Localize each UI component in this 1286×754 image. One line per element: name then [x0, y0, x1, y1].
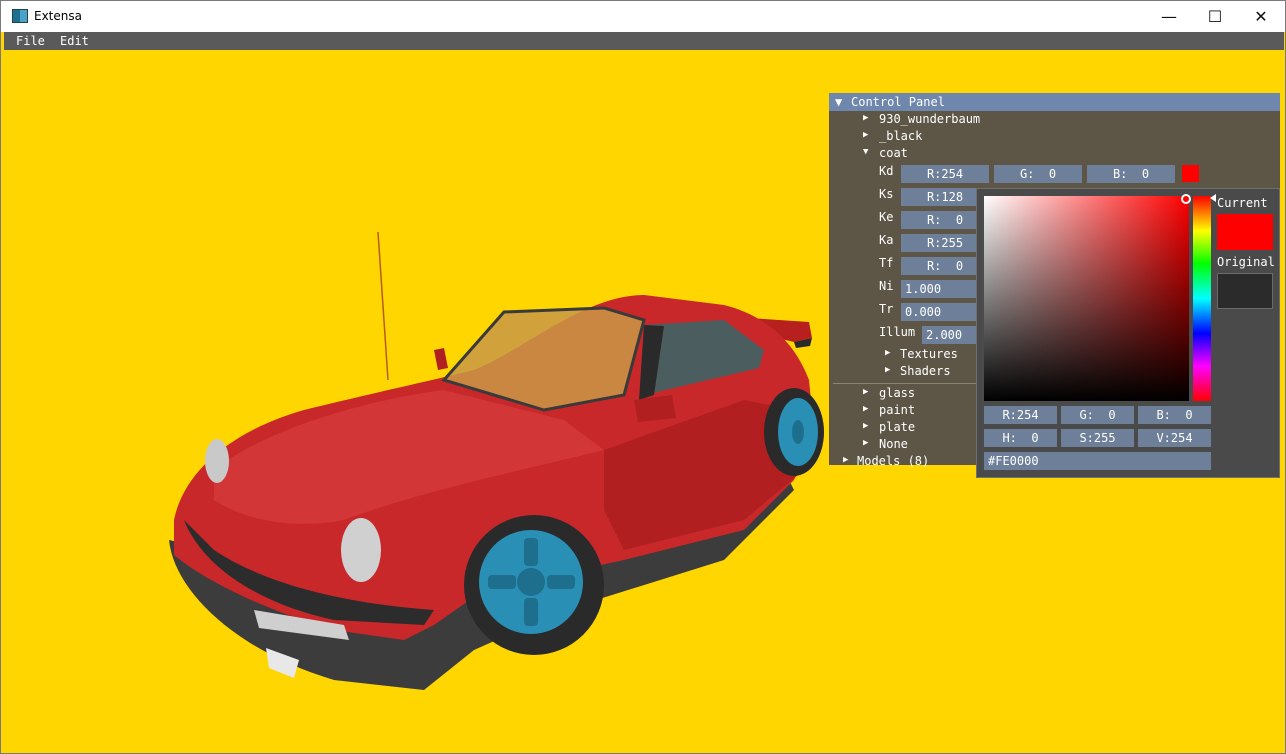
current-label: Current [1217, 196, 1268, 210]
tree-item-shaders[interactable]: Shaders [900, 364, 951, 378]
tree-item-models[interactable]: Models (8) [857, 454, 929, 468]
kd-color-swatch[interactable] [1182, 165, 1199, 182]
tree-arrow-icon[interactable]: ▶ [863, 113, 868, 123]
tree-item-plate[interactable]: plate [879, 420, 915, 434]
picker-hex-field[interactable]: #FE0000 [984, 452, 1211, 470]
color-picker-popup: Current Original R:254 G: 0 B: 0 H: 0 S:… [976, 188, 1280, 478]
tree-arrow-icon[interactable]: ▶ [885, 365, 890, 375]
menu-file[interactable]: File [16, 34, 45, 48]
kd-label: Kd [879, 164, 894, 178]
close-icon: ✕ [1254, 7, 1268, 26]
kd-b-field[interactable]: B: 0 [1087, 165, 1175, 183]
original-color-swatch[interactable] [1217, 273, 1273, 309]
tree-arrow-icon[interactable]: ▶ [843, 455, 848, 465]
hue-slider-marker[interactable] [1210, 194, 1216, 202]
maximize-icon: ☐ [1207, 7, 1223, 26]
title-bar[interactable]: Extensa — ☐ ✕ [1, 1, 1285, 32]
maximize-button[interactable]: ☐ [1192, 1, 1238, 32]
original-label: Original [1217, 255, 1275, 269]
window-title: Extensa [34, 9, 82, 23]
picker-b-field[interactable]: B: 0 [1138, 406, 1211, 424]
minimize-button[interactable]: — [1146, 1, 1192, 32]
collapse-arrow-icon[interactable]: ▼ [835, 95, 842, 109]
tree-arrow-icon[interactable]: ▼ [863, 147, 868, 157]
tree-arrow-icon[interactable]: ▶ [863, 421, 868, 431]
tree-arrow-icon[interactable]: ▶ [863, 404, 868, 414]
ni-label: Ni [879, 279, 894, 293]
picker-r-field[interactable]: R:254 [984, 406, 1057, 424]
app-icon [12, 9, 28, 23]
tree-item-930-wunderbaum[interactable]: 930_wunderbaum [879, 112, 980, 126]
tf-label: Tf [879, 256, 894, 270]
tree-item-coat[interactable]: coat [879, 146, 908, 160]
picker-g-field[interactable]: G: 0 [1061, 406, 1134, 424]
control-panel-header[interactable]: ▼ Control Panel [829, 93, 1280, 111]
tree-item-paint[interactable]: paint [879, 403, 915, 417]
kd-g-field[interactable]: G: 0 [994, 165, 1082, 183]
ks-label: Ks [879, 187, 894, 201]
current-color-swatch [1217, 214, 1273, 250]
app-window: Extensa — ☐ ✕ File Edit ▼ Control Panel … [0, 0, 1286, 754]
illum-label: Illum [879, 325, 916, 339]
close-button[interactable]: ✕ [1238, 1, 1284, 32]
tree-item-black[interactable]: _black [879, 129, 922, 143]
menu-edit[interactable]: Edit [60, 34, 89, 48]
tree-arrow-icon[interactable]: ▶ [863, 387, 868, 397]
ke-label: Ke [879, 210, 894, 224]
menu-bar: File Edit [4, 32, 1284, 50]
hue-slider[interactable] [1193, 196, 1211, 401]
color-cursor-handle[interactable] [1181, 194, 1191, 204]
minimize-icon: — [1161, 7, 1177, 26]
picker-s-field[interactable]: S:255 [1061, 429, 1134, 447]
picker-v-field[interactable]: V:254 [1138, 429, 1211, 447]
tree-item-glass[interactable]: glass [879, 386, 915, 400]
picker-h-field[interactable]: H: 0 [984, 429, 1057, 447]
tree-arrow-icon[interactable]: ▶ [885, 348, 890, 358]
tr-label: Tr [879, 302, 894, 316]
control-panel-title: Control Panel [851, 95, 945, 109]
ka-label: Ka [879, 233, 894, 247]
tree-arrow-icon[interactable]: ▶ [863, 130, 868, 140]
kd-r-field[interactable]: R:254 [901, 165, 989, 183]
tree-item-textures[interactable]: Textures [900, 347, 958, 361]
tree-arrow-icon[interactable]: ▶ [863, 438, 868, 448]
saturation-value-square[interactable] [984, 196, 1189, 401]
tree-item-none[interactable]: None [879, 437, 908, 451]
